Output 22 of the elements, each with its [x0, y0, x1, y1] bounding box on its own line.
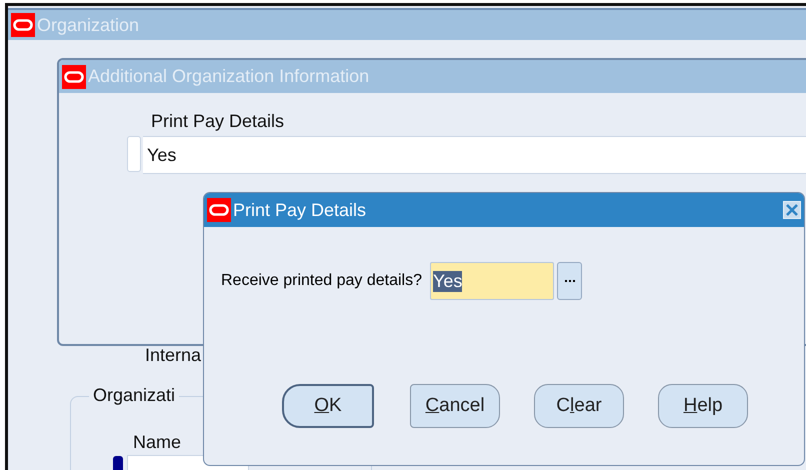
input-field[interactable]: Yes — [143, 136, 806, 174]
close-icon[interactable] — [783, 201, 801, 219]
field-label: Name — [133, 432, 182, 453]
field-marker — [113, 456, 123, 470]
field-label: Print Pay Details — [151, 111, 284, 132]
dialog-button[interactable]: Clear — [534, 384, 624, 428]
logo-icon — [207, 198, 231, 222]
field-marker — [127, 136, 141, 172]
list-button[interactable] — [557, 262, 582, 300]
group-title: Organizati — [89, 385, 180, 406]
window-title: Organization — [37, 14, 140, 36]
ellipsis-icon — [564, 279, 575, 283]
window-title: Additional Organization Information — [88, 66, 370, 87]
field-label: Receive printed pay details? — [221, 272, 422, 290]
logo-icon — [11, 13, 35, 37]
dialog-button[interactable]: OK — [282, 384, 374, 428]
logo-icon — [62, 64, 86, 88]
dialog-button[interactable]: Cancel — [410, 384, 500, 428]
field-label: Interna — [145, 345, 202, 366]
input-field[interactable]: Yes — [430, 262, 554, 300]
dialog-title: Print Pay Details — [233, 200, 366, 220]
dialog-button[interactable]: Help — [658, 384, 748, 428]
